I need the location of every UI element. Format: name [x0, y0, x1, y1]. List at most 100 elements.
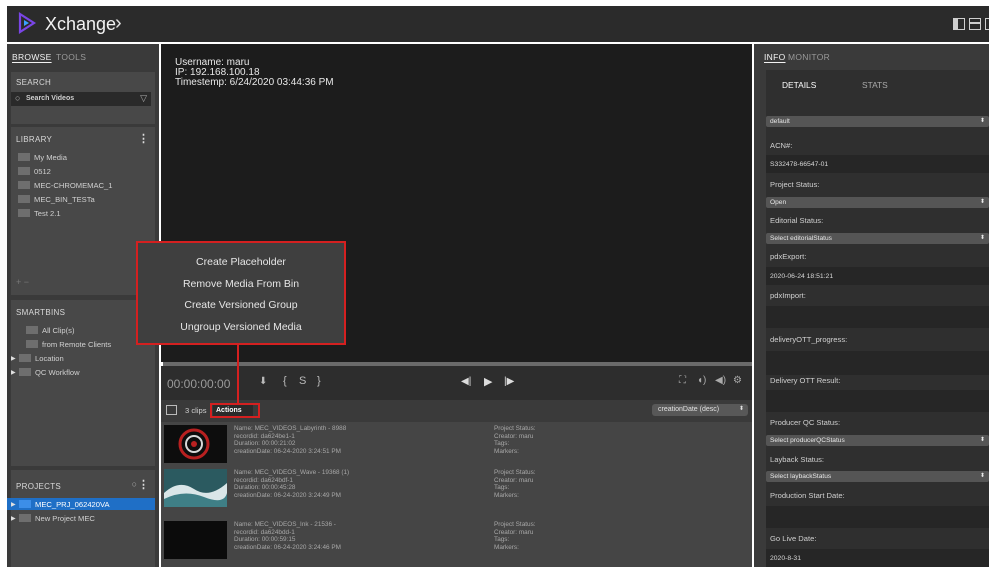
smartbin-item[interactable]: All Clip(s)	[18, 324, 75, 336]
editorial-status-dropdown[interactable]: Select editorialStatus ⬍	[766, 233, 989, 244]
production-start-label: Production Start Date:	[770, 491, 845, 500]
library-section: LIBRARY ⋮ My Media 0512 MEC-CHROMEMAC_1 …	[11, 127, 155, 295]
delivery-result-field[interactable]	[766, 390, 989, 412]
tab-info[interactable]: INFO	[764, 52, 786, 62]
marker-icon[interactable]: ⬇	[259, 376, 267, 387]
clip-thumbnail	[164, 425, 227, 463]
watermark-timestamp: Timestemp: 6/24/2020 03:44:36 PM	[175, 77, 334, 88]
clip-count: 3 clips	[185, 406, 207, 415]
mark-in-icon[interactable]: {	[283, 375, 287, 387]
transport-bar: 00:00:00:00 ⬇ { S } ◀| ▶ |▶ ⛶ ◖) ◀) ⚙	[161, 366, 752, 400]
production-start-field[interactable]	[766, 506, 989, 528]
sort-value: creationDate (desc)	[658, 406, 720, 413]
pdx-import-field[interactable]	[766, 306, 989, 328]
xchange-logo-icon	[18, 12, 37, 34]
smartbin-item[interactable]: from Remote Clients	[18, 338, 111, 350]
search-input[interactable]: ○ Search Videos ▽	[11, 92, 151, 106]
project-item[interactable]: ▶ New Project MEC	[11, 512, 95, 524]
details-panel: DETAILS STATS default ⬍ ACN#: S332478-665…	[766, 70, 989, 567]
library-item[interactable]: MEC-CHROMEMAC_1	[18, 179, 112, 191]
layout-bottom-panel-icon[interactable]	[969, 18, 981, 30]
clip-row[interactable]: Name: MEC_VIDEOS_Labyrinth - 8988 recordi…	[161, 422, 752, 466]
acn-field[interactable]: S332478-66547-01	[766, 155, 989, 173]
layout-left-panel-icon[interactable]	[953, 18, 965, 30]
expand-caret-icon[interactable]: ▶	[11, 501, 19, 508]
app-title[interactable]: Xchange	[45, 14, 116, 35]
library-item[interactable]: Test 2.1	[18, 207, 61, 219]
clip-thumbnail	[164, 521, 227, 559]
go-live-field[interactable]: 2020-8-31	[766, 549, 989, 567]
sort-dropdown[interactable]: creationDate (desc) ⬍	[652, 404, 748, 416]
fullscreen-icon[interactable]: ⛶	[679, 375, 686, 386]
watermark-info: Username: maru IP: 192.168.100.18 Timest…	[175, 58, 334, 88]
clip-row[interactable]: Name: MEC_VIDEOS_Wave - 19368 (1) recordi…	[161, 466, 752, 510]
subtab-stats[interactable]: STATS	[862, 80, 888, 90]
menu-item-create-placeholder[interactable]: Create Placeholder	[138, 256, 344, 268]
right-panel: INFO MONITOR DETAILS STATS default ⬍ ACN#…	[754, 44, 989, 567]
smartbin-item[interactable]: ▶ Location	[11, 352, 64, 364]
actions-context-menu: Create Placeholder Remove Media From Bin…	[136, 241, 346, 345]
search-section: SEARCH ○ Search Videos ▽	[11, 72, 155, 124]
audio-track-icon[interactable]: ◀)	[715, 375, 726, 386]
callout-line	[237, 345, 239, 403]
tab-monitor[interactable]: MONITOR	[788, 52, 830, 62]
tab-browse[interactable]: BROWSE	[12, 52, 52, 62]
layback-dropdown[interactable]: Select laybackStatus ⬍	[766, 471, 989, 482]
folder-icon	[18, 153, 30, 161]
delivery-progress-field[interactable]	[766, 351, 989, 375]
delivery-progress-label: deliveryOTT_progress:	[770, 335, 848, 344]
folder-icon	[19, 354, 31, 362]
folder-icon	[19, 514, 31, 522]
go-live-label: Go Live Date:	[770, 534, 817, 543]
library-add-remove-button[interactable]: + −	[16, 277, 29, 287]
mark-out-icon[interactable]: }	[317, 375, 321, 387]
menu-item-create-versioned-group[interactable]: Create Versioned Group	[138, 299, 344, 311]
producer-qc-label: Producer QC Status:	[770, 418, 841, 427]
menu-item-remove-media[interactable]: Remove Media From Bin	[138, 278, 344, 290]
library-item[interactable]: My Media	[18, 151, 67, 163]
producer-qc-dropdown[interactable]: Select producerQCStatus ⬍	[766, 435, 989, 446]
expand-caret-icon[interactable]: ▶	[11, 355, 19, 362]
settings-gear-icon[interactable]: ⚙	[733, 375, 742, 386]
volume-icon[interactable]: ◖)	[697, 375, 706, 386]
library-more-icon[interactable]: ⋮	[138, 132, 149, 145]
folder-icon	[18, 167, 30, 175]
pdx-export-label: pdxExport:	[770, 252, 807, 261]
clip-meta-project: Project Status: Creator: maru Tags: Markers…	[494, 521, 536, 551]
smartbin-item[interactable]: ▶ QC Workflow	[11, 366, 80, 378]
library-item[interactable]: 0512	[18, 165, 51, 177]
project-status-label: Project Status:	[770, 180, 820, 189]
folder-icon	[18, 209, 30, 217]
smartbins-title: SMARTBINS	[16, 308, 66, 317]
projects-more-icon[interactable]: ⋮	[138, 478, 149, 491]
layout-right-panel-icon[interactable]	[985, 18, 989, 30]
actions-highlight-box	[210, 403, 260, 418]
select-all-checkbox-icon[interactable]	[166, 405, 177, 415]
editorial-status-label: Editorial Status:	[770, 216, 824, 225]
expand-caret-icon[interactable]: ▶	[11, 515, 19, 522]
search-icon: ○	[15, 93, 21, 103]
pdx-export-field[interactable]: 2020-06-24 18:51:21	[766, 267, 989, 285]
subtab-details[interactable]: DETAILS	[782, 80, 816, 90]
folder-icon	[26, 326, 38, 334]
clip-row[interactable]: Name: MEC_VIDEOS_Ink - 21536 - recordid: …	[161, 518, 752, 562]
step-back-icon[interactable]: ◀|	[461, 376, 471, 387]
clip-thumbnail	[164, 469, 227, 507]
search-title: SEARCH	[16, 78, 52, 87]
template-dropdown[interactable]: default ⬍	[766, 116, 989, 127]
library-item[interactable]: MEC_BIN_TESTa	[18, 193, 95, 205]
delivery-result-label: Delivery OTT Result:	[770, 376, 841, 385]
expand-caret-icon[interactable]: ▶	[11, 369, 19, 376]
project-item-selected[interactable]: ▶ MEC_PRJ_062420VA	[7, 498, 155, 510]
layback-label: Layback Status:	[770, 455, 825, 464]
project-status-dropdown[interactable]: Open ⬍	[766, 197, 989, 208]
filter-icon[interactable]: ▽	[140, 93, 147, 104]
play-icon[interactable]: ▶	[484, 375, 492, 388]
smartbins-section: SMARTBINS All Clip(s) from Remote Client…	[11, 300, 155, 466]
tab-tools[interactable]: TOOLS	[56, 52, 86, 62]
subclip-icon[interactable]: S	[299, 375, 306, 387]
menu-item-ungroup-versioned[interactable]: Ungroup Versioned Media	[138, 321, 344, 333]
app-chevron-icon[interactable]: ›	[115, 12, 122, 35]
step-forward-icon[interactable]: |▶	[504, 376, 514, 387]
projects-search-icon[interactable]: ○	[132, 479, 137, 489]
